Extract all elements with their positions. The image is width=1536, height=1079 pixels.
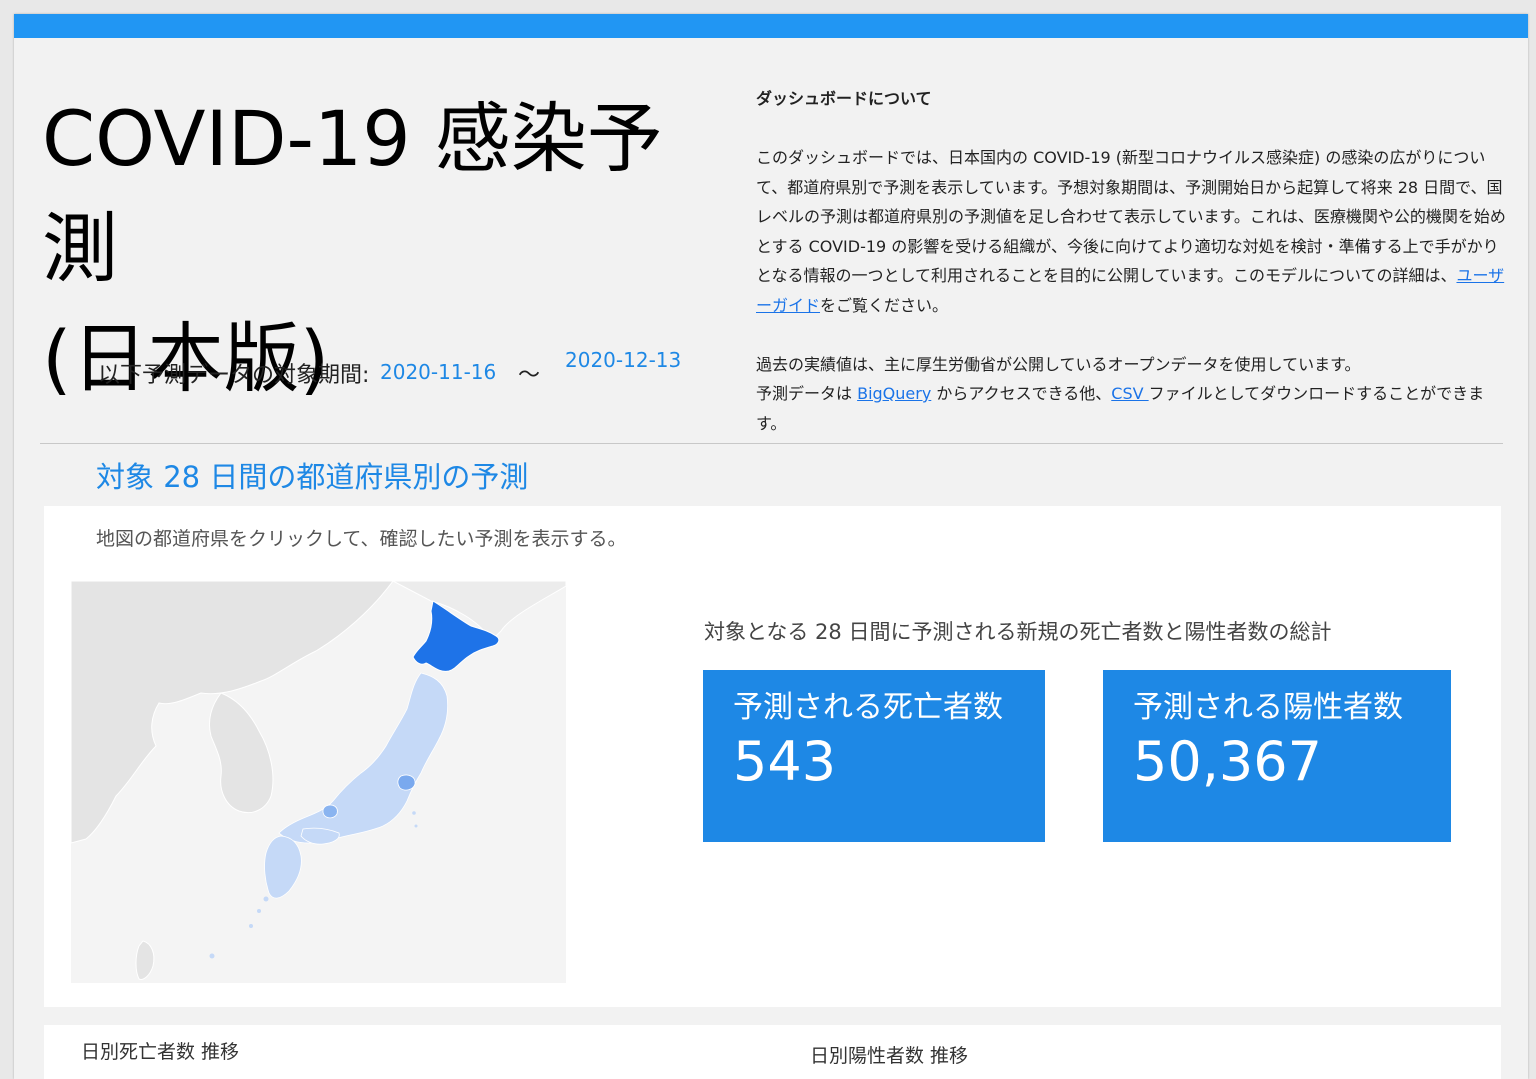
ryukyu-island-1[interactable]	[263, 896, 269, 902]
about-paragraph-2-line1: 過去の実績値は、主に厚生労働省が公開しているオープンデータを使用しています。	[756, 354, 1361, 374]
predicted-deaths-value: 543	[733, 730, 837, 793]
period-start-date[interactable]: 2020-11-16	[380, 360, 496, 384]
prefecture-forecast-panel: 地図の都道府県をクリックして、確認したい予測を表示する。 対象となる 28 日間…	[44, 506, 1501, 1007]
section-title: 対象 28 日間の都道府県別の予測	[96, 460, 529, 494]
izu-island-2[interactable]	[414, 824, 418, 828]
honshu-prefectures[interactable]	[278, 672, 448, 844]
about-paragraph-1-text: このダッシュボードでは、日本国内の COVID-19 (新型コロナウイルス感染症…	[756, 148, 1506, 285]
izu-island-1[interactable]	[412, 811, 416, 815]
about-paragraph-1-suffix: をご覧ください。	[820, 295, 949, 315]
summary-heading: 対象となる 28 日間に予測される新規の死亡者数と陽性者数の総計	[704, 620, 1332, 644]
top-accent-bar	[14, 14, 1528, 38]
map-instruction: 地図の都道府県をクリックして、確認したい予測を表示する。	[96, 528, 627, 550]
predicted-cases-value: 50,367	[1133, 730, 1322, 793]
page-title-line1: COVID-19 感染予測	[42, 94, 663, 293]
osaka-area-prefecture[interactable]	[322, 804, 338, 819]
predicted-cases-card: 予測される陽性者数 50,367	[1103, 670, 1451, 842]
about-heading: ダッシュボードについて	[756, 89, 932, 108]
about-spacer	[756, 320, 1508, 350]
csv-link[interactable]: CSV	[1111, 384, 1148, 403]
about-paragraph-1: このダッシュボードでは、日本国内の COVID-19 (新型コロナウイルス感染症…	[756, 143, 1508, 320]
predicted-cases-label: 予測される陽性者数	[1133, 690, 1403, 725]
japan-map-graphic[interactable]	[71, 581, 566, 983]
dashboard-page: COVID-19 感染予測 (日本版) 以下予測データの対象期間: 2020-1…	[14, 14, 1528, 1079]
predicted-deaths-label: 予測される死亡者数	[733, 690, 1003, 725]
ryukyu-island-2[interactable]	[257, 909, 261, 913]
daily-cases-chart-title: 日別陽性者数 推移	[810, 1045, 969, 1067]
taiwan-shape	[135, 940, 155, 980]
period-label: 以下予測データの対象期間:	[98, 363, 370, 388]
daily-charts-panel: 日別死亡者数 推移 日別陽性者数 推移	[44, 1025, 1501, 1079]
predicted-deaths-card: 予測される死亡者数 543	[703, 670, 1045, 842]
header-divider	[40, 443, 1503, 444]
about-paragraph-2-mid: からアクセスできる他、	[931, 384, 1112, 403]
period-separator: ～	[518, 363, 541, 388]
tokyo-area-prefecture[interactable]	[397, 774, 416, 791]
ryukyu-island-3[interactable]	[249, 924, 253, 928]
korea-peninsula-shape	[208, 692, 274, 814]
period-end-date[interactable]: 2020-12-13	[565, 348, 681, 372]
about-section: ダッシュボードについて このダッシュボードでは、日本国内の COVID-19 (…	[756, 84, 1508, 438]
bigquery-link[interactable]: BigQuery	[857, 384, 931, 403]
about-paragraph-2-prefix: 予測データは	[756, 384, 858, 403]
japan-prefecture-map[interactable]	[71, 581, 566, 983]
kyushu-prefectures[interactable]	[264, 835, 302, 899]
ryukyu-island-4[interactable]	[209, 953, 215, 959]
daily-deaths-chart-title: 日別死亡者数 推移	[81, 1041, 240, 1063]
about-paragraph-2-line2: 予測データは BigQuery からアクセスできる他、CSV ファイルとしてダウ…	[756, 379, 1508, 438]
